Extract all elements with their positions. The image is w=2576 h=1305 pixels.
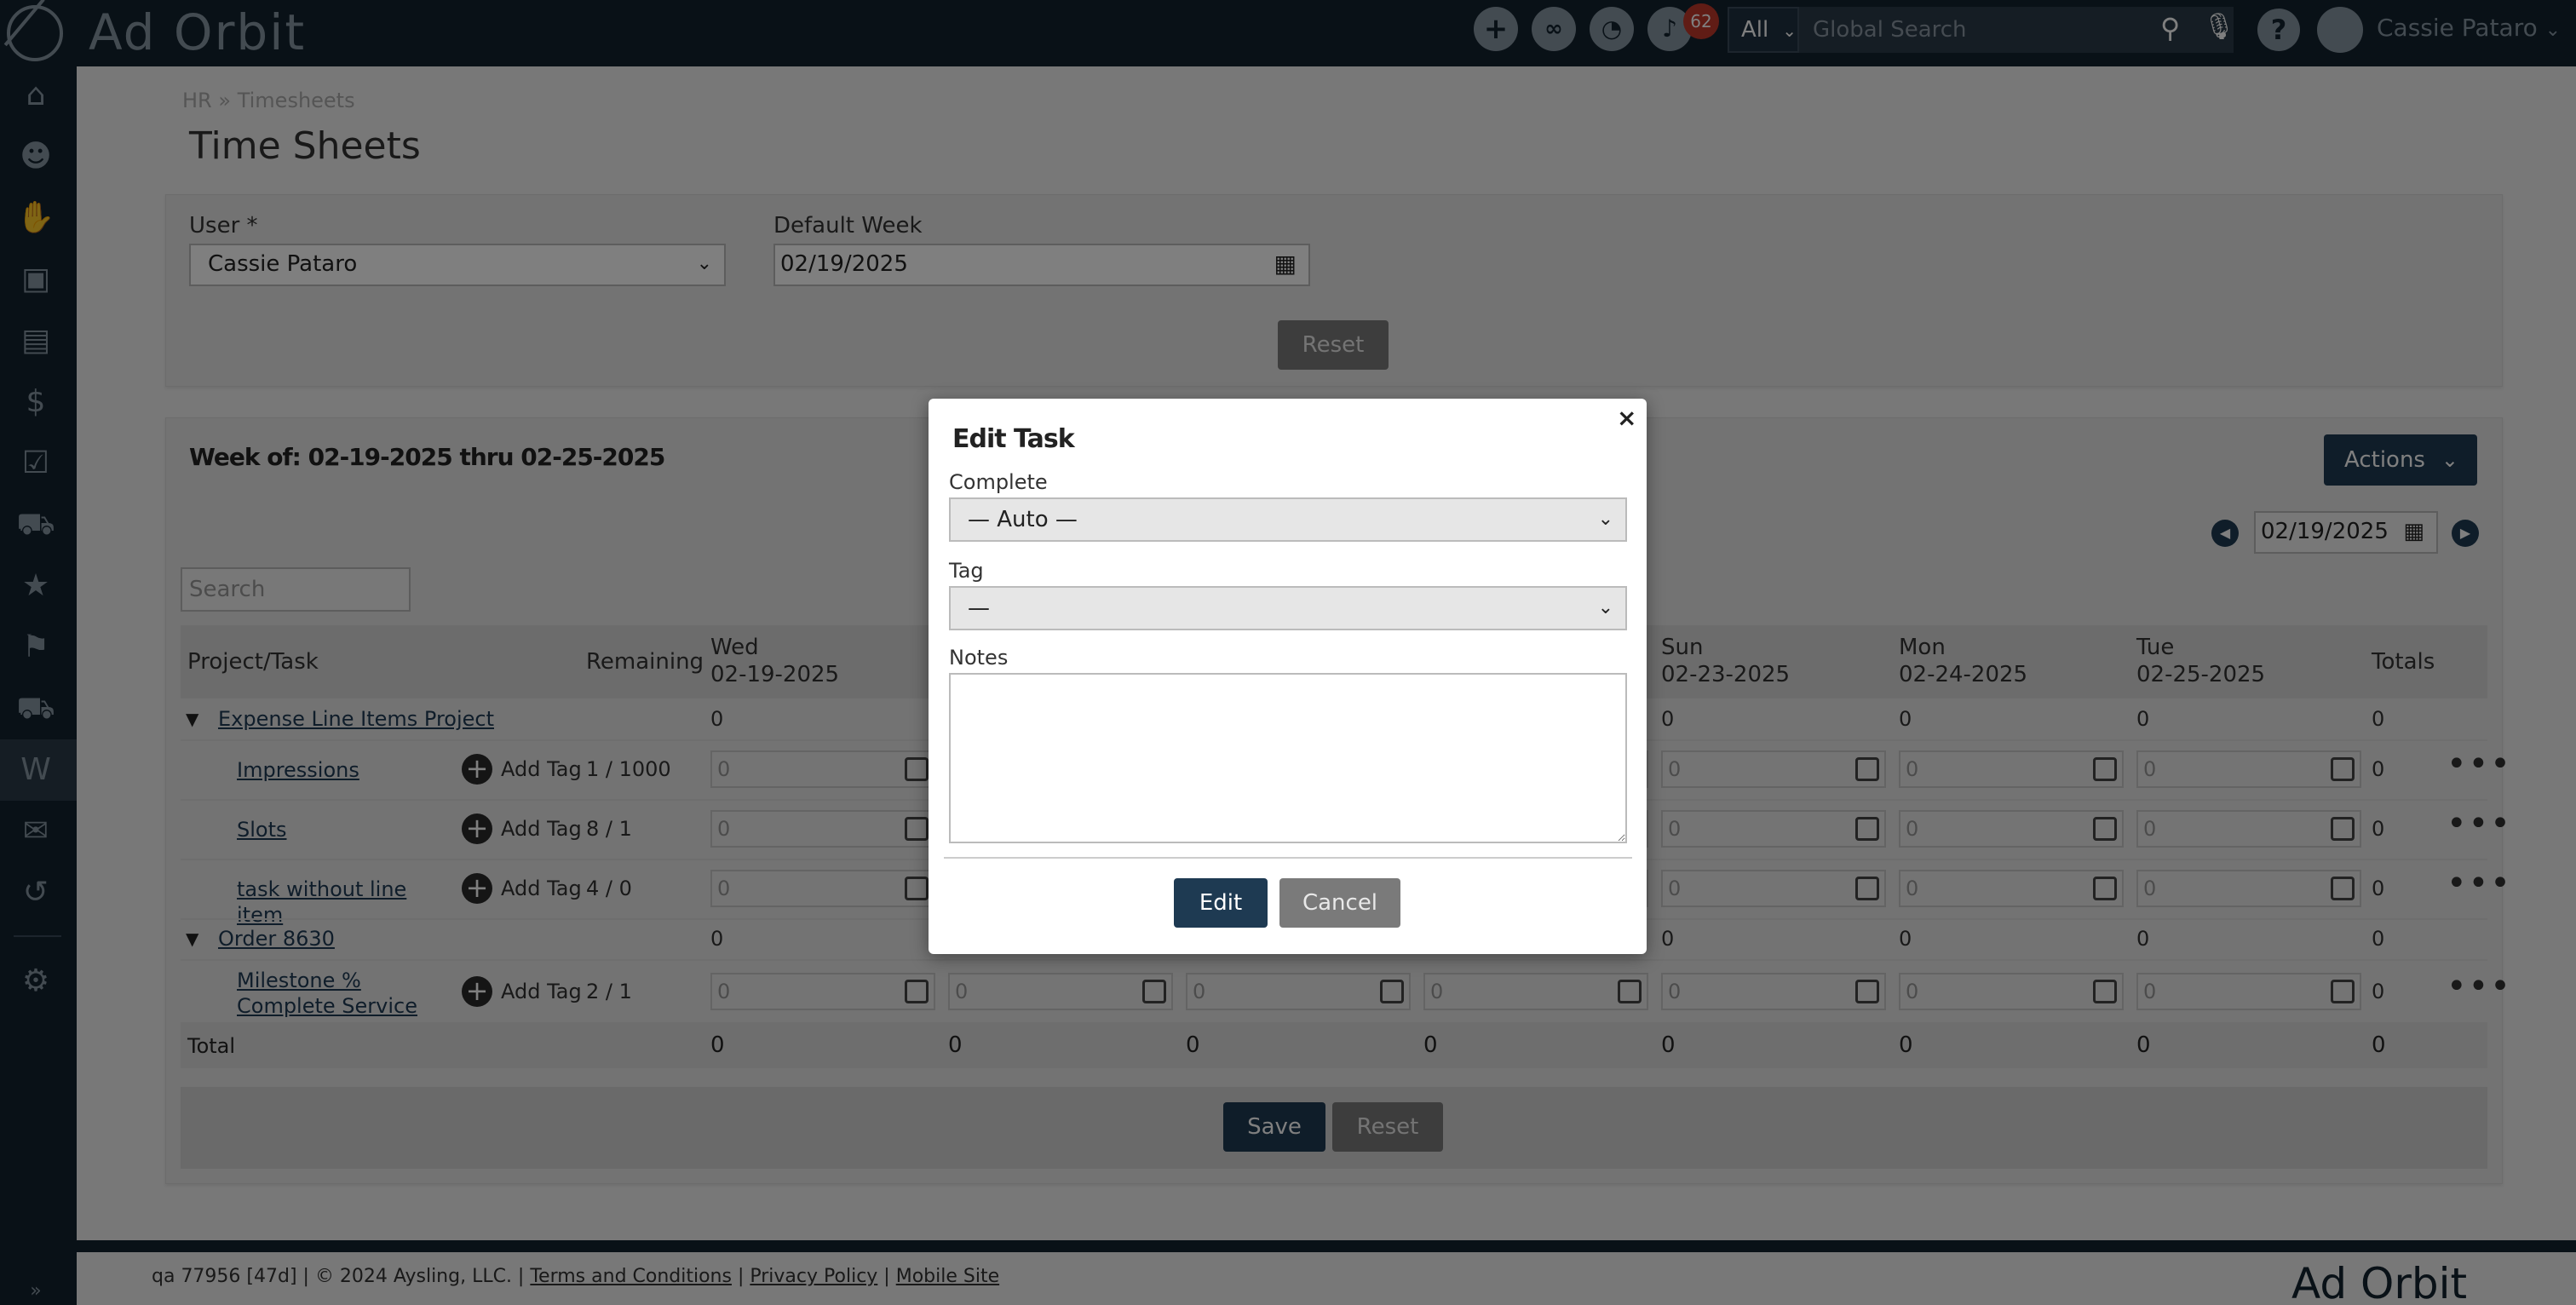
edit-task-dialog: Edit Task × Complete — Auto — ⌄ Tag — ⌄ No… [929,399,1647,954]
dialog-title: Edit Task [952,424,1075,454]
close-icon[interactable]: × [1617,404,1636,432]
edit-button[interactable]: Edit [1174,878,1268,928]
cancel-button[interactable]: Cancel [1279,878,1400,928]
notes-textarea[interactable] [949,673,1627,843]
tag-select[interactable]: — ⌄ [949,586,1627,630]
tag-label: Tag [949,559,984,583]
dialog-divider [944,857,1632,859]
chevron-down-icon: ⌄ [1597,597,1613,618]
notes-label: Notes [949,646,1009,670]
complete-label: Complete [949,470,1048,494]
complete-select-value: — Auto — [968,507,1078,532]
tag-select-value: — [968,595,990,621]
complete-select[interactable]: — Auto — ⌄ [949,497,1627,542]
chevron-down-icon: ⌄ [1597,509,1613,530]
